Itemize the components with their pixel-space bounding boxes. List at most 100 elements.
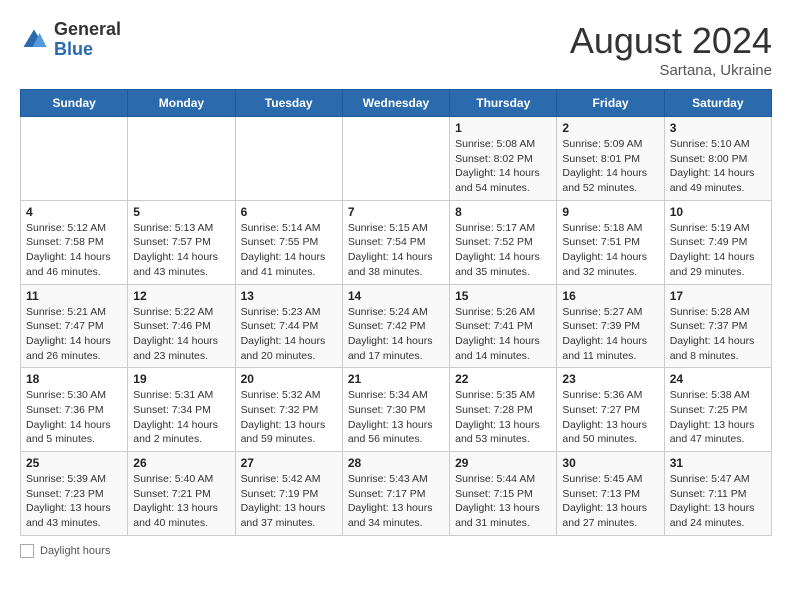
table-row: 29 Sunrise: 5:44 AM Sunset: 7:15 PM Dayli… [450, 452, 557, 536]
table-row: 26 Sunrise: 5:40 AM Sunset: 7:21 PM Dayli… [128, 452, 235, 536]
day-info: Sunrise: 5:14 AM Sunset: 7:55 PM Dayligh… [241, 221, 337, 280]
table-row: 19 Sunrise: 5:31 AM Sunset: 7:34 PM Dayli… [128, 368, 235, 452]
table-row: 15Sunrise: 5:26 AM Sunset: 7:41 PM Dayli… [450, 284, 557, 368]
day-info: Sunrise: 5:39 AM Sunset: 7:23 PM Dayligh… [26, 472, 122, 531]
col-monday: Monday [128, 90, 235, 117]
day-number: 1 [455, 121, 551, 135]
day-info: Sunrise: 5:47 AM Sunset: 7:11 PM Dayligh… [670, 472, 766, 531]
day-number: 8 [455, 205, 551, 219]
table-row: 6 Sunrise: 5:14 AM Sunset: 7:55 PM Daylig… [235, 200, 342, 284]
table-row: 30 Sunrise: 5:45 AM Sunset: 7:13 PM Dayli… [557, 452, 664, 536]
calendar-header: Sunday Monday Tuesday Wednesday Thursday… [21, 90, 772, 117]
logo: General Blue [20, 20, 121, 60]
day-number: 17 [670, 289, 766, 303]
day-info: Sunrise: 5:45 AM Sunset: 7:13 PM Dayligh… [562, 472, 658, 531]
day-info: Sunrise: 5:44 AM Sunset: 7:15 PM Dayligh… [455, 472, 551, 531]
day-info: Sunrise: 5:27 AM Sunset: 7:39 PM Dayligh… [562, 305, 658, 364]
day-number: 5 [133, 205, 229, 219]
day-info: Sunrise: 5:43 AM Sunset: 7:17 PM Dayligh… [348, 472, 444, 531]
day-info: Sunrise: 5:40 AM Sunset: 7:21 PM Dayligh… [133, 472, 229, 531]
day-info: Sunrise: 5:21 AM Sunset: 7:47 PM Dayligh… [26, 305, 122, 364]
day-number: 13 [241, 289, 337, 303]
day-number: 19 [133, 372, 229, 386]
page-header: General Blue August 2024 Sartana, Ukrain… [20, 20, 772, 79]
day-info: Sunrise: 5:23 AM Sunset: 7:44 PM Dayligh… [241, 305, 337, 364]
calendar-body: 1 Sunrise: 5:08 AM Sunset: 8:02 PM Daylig… [21, 117, 772, 536]
table-row: 21 Sunrise: 5:34 AM Sunset: 7:30 PM Dayli… [342, 368, 449, 452]
footer-box [20, 544, 34, 558]
table-row: 16 Sunrise: 5:27 AM Sunset: 7:39 PM Dayli… [557, 284, 664, 368]
day-number: 26 [133, 456, 229, 470]
day-number: 21 [348, 372, 444, 386]
day-info: Sunrise: 5:18 AM Sunset: 7:51 PM Dayligh… [562, 221, 658, 280]
day-info: Sunrise: 5:08 AM Sunset: 8:02 PM Dayligh… [455, 137, 551, 196]
col-thursday: Thursday [450, 90, 557, 117]
month-title: August 2024 [570, 20, 772, 62]
table-row: 13 Sunrise: 5:23 AM Sunset: 7:44 PM Dayli… [235, 284, 342, 368]
table-row: 8 Sunrise: 5:17 AM Sunset: 7:52 PM Daylig… [450, 200, 557, 284]
table-row: 3 Sunrise: 5:10 AM Sunset: 8:00 PM Daylig… [664, 117, 771, 201]
day-info: Sunrise: 5:12 AM Sunset: 7:58 PM Dayligh… [26, 221, 122, 280]
table-row: 27 Sunrise: 5:42 AM Sunset: 7:19 PM Dayli… [235, 452, 342, 536]
day-number: 14 [348, 289, 444, 303]
table-row [342, 117, 449, 201]
day-number: 16 [562, 289, 658, 303]
col-saturday: Saturday [664, 90, 771, 117]
calendar-week-1: 1 Sunrise: 5:08 AM Sunset: 8:02 PM Daylig… [21, 117, 772, 201]
day-info: Sunrise: 5:13 AM Sunset: 7:57 PM Dayligh… [133, 221, 229, 280]
day-number: 6 [241, 205, 337, 219]
day-info: Sunrise: 5:19 AM Sunset: 7:49 PM Dayligh… [670, 221, 766, 280]
table-row: 2Sunrise: 5:09 AM Sunset: 8:01 PM Daylig… [557, 117, 664, 201]
logo-icon [20, 26, 48, 54]
day-number: 7 [348, 205, 444, 219]
day-info: Sunrise: 5:30 AM Sunset: 7:36 PM Dayligh… [26, 388, 122, 447]
day-number: 28 [348, 456, 444, 470]
day-number: 15 [455, 289, 551, 303]
day-info: Sunrise: 5:22 AM Sunset: 7:46 PM Dayligh… [133, 305, 229, 364]
calendar-week-4: 18Sunrise: 5:30 AM Sunset: 7:36 PM Dayli… [21, 368, 772, 452]
day-number: 22 [455, 372, 551, 386]
table-row [21, 117, 128, 201]
day-info: Sunrise: 5:38 AM Sunset: 7:25 PM Dayligh… [670, 388, 766, 447]
table-row [128, 117, 235, 201]
table-row: 4 Sunrise: 5:12 AM Sunset: 7:58 PM Daylig… [21, 200, 128, 284]
table-row: 11Sunrise: 5:21 AM Sunset: 7:47 PM Dayli… [21, 284, 128, 368]
table-row: 23Sunrise: 5:36 AM Sunset: 7:27 PM Dayli… [557, 368, 664, 452]
calendar-week-5: 25 Sunrise: 5:39 AM Sunset: 7:23 PM Dayli… [21, 452, 772, 536]
table-row: 18Sunrise: 5:30 AM Sunset: 7:36 PM Dayli… [21, 368, 128, 452]
table-row: 31Sunrise: 5:47 AM Sunset: 7:11 PM Dayli… [664, 452, 771, 536]
logo-text: General Blue [54, 20, 121, 60]
day-number: 12 [133, 289, 229, 303]
day-number: 2 [562, 121, 658, 135]
table-row: 24Sunrise: 5:38 AM Sunset: 7:25 PM Dayli… [664, 368, 771, 452]
day-number: 29 [455, 456, 551, 470]
table-row: 7Sunrise: 5:15 AM Sunset: 7:54 PM Daylig… [342, 200, 449, 284]
calendar-week-2: 4 Sunrise: 5:12 AM Sunset: 7:58 PM Daylig… [21, 200, 772, 284]
day-info: Sunrise: 5:24 AM Sunset: 7:42 PM Dayligh… [348, 305, 444, 364]
day-info: Sunrise: 5:42 AM Sunset: 7:19 PM Dayligh… [241, 472, 337, 531]
col-sunday: Sunday [21, 90, 128, 117]
day-info: Sunrise: 5:36 AM Sunset: 7:27 PM Dayligh… [562, 388, 658, 447]
col-wednesday: Wednesday [342, 90, 449, 117]
day-number: 25 [26, 456, 122, 470]
table-row: 20Sunrise: 5:32 AM Sunset: 7:32 PM Dayli… [235, 368, 342, 452]
table-row: 28 Sunrise: 5:43 AM Sunset: 7:17 PM Dayli… [342, 452, 449, 536]
table-row: 10Sunrise: 5:19 AM Sunset: 7:49 PM Dayli… [664, 200, 771, 284]
day-info: Sunrise: 5:34 AM Sunset: 7:30 PM Dayligh… [348, 388, 444, 447]
col-tuesday: Tuesday [235, 90, 342, 117]
day-number: 4 [26, 205, 122, 219]
table-row: 25 Sunrise: 5:39 AM Sunset: 7:23 PM Dayli… [21, 452, 128, 536]
table-row [235, 117, 342, 201]
day-number: 27 [241, 456, 337, 470]
table-row: 14 Sunrise: 5:24 AM Sunset: 7:42 PM Dayli… [342, 284, 449, 368]
table-row: 9Sunrise: 5:18 AM Sunset: 7:51 PM Daylig… [557, 200, 664, 284]
day-info: Sunrise: 5:10 AM Sunset: 8:00 PM Dayligh… [670, 137, 766, 196]
title-block: August 2024 Sartana, Ukraine [570, 20, 772, 79]
day-number: 3 [670, 121, 766, 135]
day-info: Sunrise: 5:17 AM Sunset: 7:52 PM Dayligh… [455, 221, 551, 280]
day-info: Sunrise: 5:31 AM Sunset: 7:34 PM Dayligh… [133, 388, 229, 447]
table-row: 12 Sunrise: 5:22 AM Sunset: 7:46 PM Dayli… [128, 284, 235, 368]
header-row: Sunday Monday Tuesday Wednesday Thursday… [21, 90, 772, 117]
day-info: Sunrise: 5:35 AM Sunset: 7:28 PM Dayligh… [455, 388, 551, 447]
day-number: 30 [562, 456, 658, 470]
